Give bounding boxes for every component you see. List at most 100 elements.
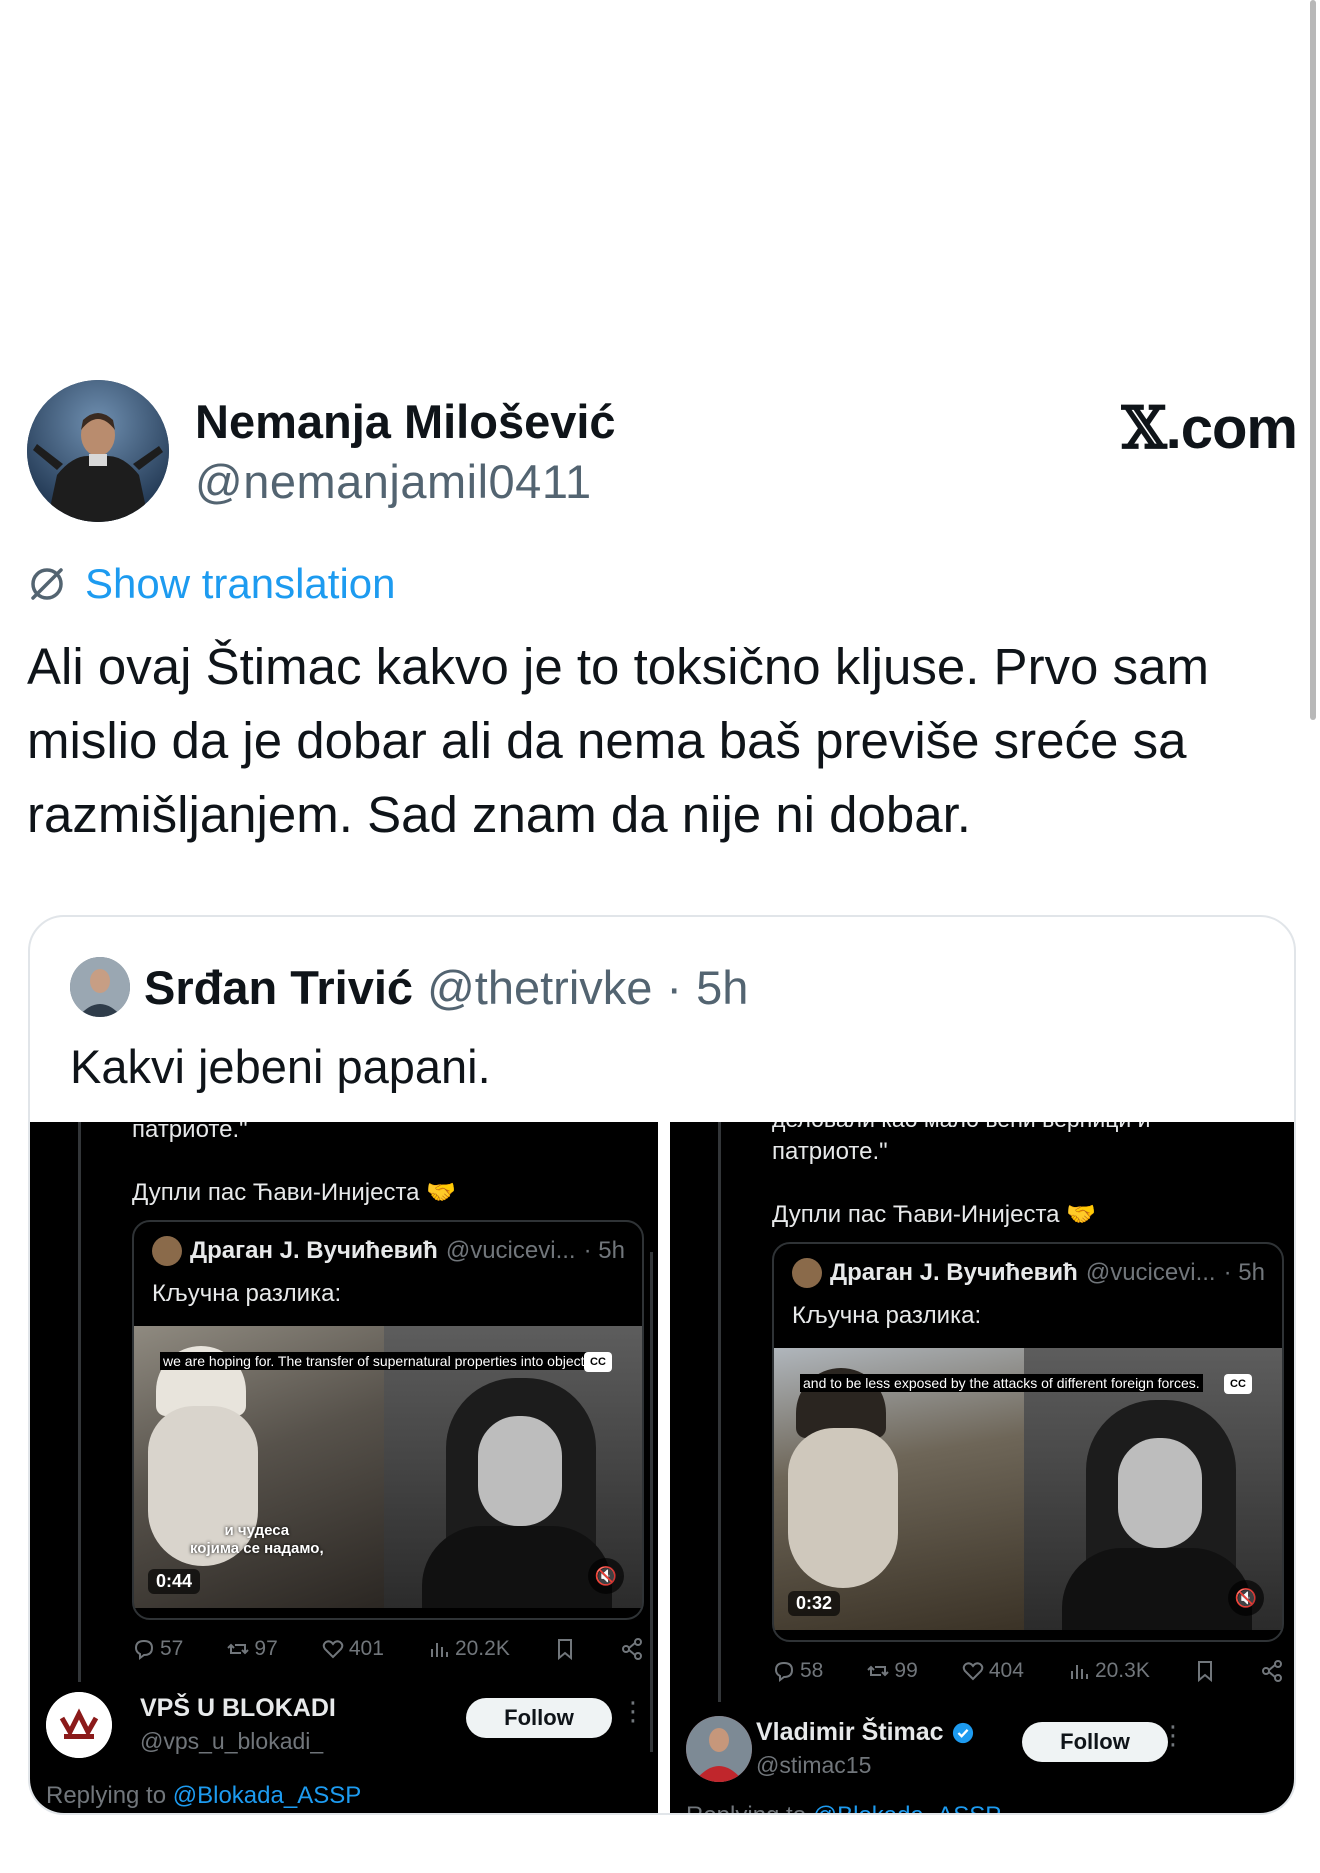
inner-quoted-tweet[interactable]: Драган J. Вучићевић @vucicevi... · 5h Кљ…	[132, 1220, 644, 1620]
show-translation-label[interactable]: Show translation	[85, 560, 396, 608]
like-action[interactable]: 404	[961, 1659, 1024, 1683]
cutoff-text-2: патриоте."	[772, 1138, 888, 1165]
replying-to-prefix: Replying to	[686, 1802, 813, 1813]
vps-logo-icon	[46, 1692, 112, 1758]
share-action[interactable]	[1260, 1659, 1284, 1683]
media-screenshot-left[interactable]: патриоте." Дупли пас Ћави-Инијеста 🤝 Дра…	[30, 1122, 658, 1813]
reply-user-row: Vladimir Štimac @stimac15 Follow ⋮	[670, 1704, 1294, 1794]
bookmark-icon	[557, 1639, 572, 1661]
tweet-actions: 57 97 401 20.2K	[132, 1637, 644, 1661]
author-handle[interactable]: @nemanjamil0411	[195, 454, 592, 509]
woman-body	[422, 1526, 612, 1608]
inner-author-avatar[interactable]	[152, 1236, 182, 1266]
x-com-logo: 𝕏.com	[1121, 394, 1298, 462]
thread-line	[718, 1122, 721, 1702]
quoted-author-name[interactable]: Srđan Trivić	[144, 960, 413, 1015]
more-options-icon[interactable]: ⋮	[620, 1696, 646, 1727]
like-count: 401	[348, 1637, 384, 1660]
quoted-time[interactable]: 5h	[696, 960, 748, 1015]
reply-user-name[interactable]: Vladimir Štimac	[756, 1718, 974, 1747]
show-translation-link[interactable]: Show translation	[27, 560, 396, 608]
replying-to-mention[interactable]: @Blokada_ASSP	[813, 1802, 1001, 1813]
repost-icon	[227, 1643, 250, 1655]
reply-user-avatar[interactable]	[686, 1716, 752, 1782]
quoted-media[interactable]: патриоте." Дупли пас Ћави-Инијеста 🤝 Дра…	[30, 1122, 1294, 1813]
quoted-tweet-text: Kakvi jebeni papani.	[70, 1040, 491, 1093]
follow-button[interactable]: Follow	[1022, 1722, 1168, 1762]
woman-face	[478, 1416, 562, 1526]
inner-tweet-header: Драган J. Вучићевић @vucicevi... · 5h	[792, 1258, 1265, 1288]
replying-to-mention[interactable]: @Blokada_ASSP	[173, 1782, 361, 1809]
more-options-icon[interactable]: ⋮	[1160, 1720, 1186, 1751]
stimac-photo	[686, 1716, 752, 1782]
verified-badge-icon	[952, 1722, 973, 1743]
author-photo	[27, 380, 169, 522]
bookmark-action[interactable]	[553, 1637, 577, 1661]
heart-icon	[962, 1662, 984, 1681]
author-name[interactable]: Nemanja Milošević	[195, 394, 616, 449]
reply-icon	[774, 1661, 794, 1682]
inner-time: · 5h	[583, 1237, 625, 1264]
bookmark-icon	[1197, 1661, 1212, 1683]
views-action[interactable]: 20.3K	[1067, 1659, 1150, 1683]
reply-user-name-text: VPŠ U BLOKADI	[140, 1694, 336, 1722]
repost-icon	[867, 1665, 890, 1677]
inner-tweet-text: Кључна разлика:	[152, 1280, 342, 1307]
quoted-author-avatar[interactable]	[70, 957, 130, 1017]
like-action[interactable]: 401	[321, 1637, 384, 1661]
video-player[interactable]: we are hoping for. The transfer of super…	[134, 1326, 642, 1608]
views-icon	[1070, 1665, 1088, 1679]
inner-author-avatar[interactable]	[792, 1258, 822, 1288]
repost-action[interactable]: 99	[866, 1659, 918, 1683]
quoted-author-photo	[70, 957, 130, 1017]
replying-to: Replying to @Blokada_ASSP	[46, 1782, 361, 1810]
reply-count: 57	[160, 1637, 184, 1660]
inner-author-name[interactable]: Драган J. Вучићевић	[830, 1259, 1078, 1287]
repost-action[interactable]: 97	[226, 1637, 278, 1661]
reply-icon	[134, 1639, 154, 1660]
screenshot-scrollbar	[650, 1252, 653, 1752]
quoted-separator: ·	[666, 960, 683, 1014]
tweet-actions: 58 99 404 20.3K	[772, 1659, 1284, 1683]
inner-quoted-tweet[interactable]: Драган J. Вучићевић @vucicevi... · 5h Кљ…	[772, 1242, 1284, 1642]
brand-suffix: .com	[1165, 396, 1298, 461]
video-player[interactable]: and to be less exposed by the attacks of…	[774, 1348, 1282, 1630]
quoted-tweet-card[interactable]: Srđan Trivić @thetrivke · 5h Kakvi jeben…	[28, 915, 1296, 1815]
reply-user-handle[interactable]: @stimac15	[756, 1752, 871, 1779]
mute-icon[interactable]: 🔇	[588, 1558, 624, 1594]
patriarch-beard	[788, 1428, 898, 1588]
video-caption-bottom: и чудеса којима се надамо,	[190, 1522, 324, 1557]
follow-button[interactable]: Follow	[466, 1698, 612, 1738]
pass-text: Дупли пас Ћави-Инијеста 🤝	[772, 1201, 1097, 1228]
like-count: 404	[988, 1659, 1024, 1682]
inner-author-handle[interactable]: @vucicevi...	[1086, 1259, 1216, 1287]
bookmark-action[interactable]	[1193, 1659, 1217, 1683]
mute-icon[interactable]: 🔇	[1228, 1580, 1264, 1616]
captions-button[interactable]: CC	[1224, 1374, 1252, 1394]
media-screenshot-right[interactable]: деловали као мало већи верници и патриот…	[670, 1122, 1294, 1813]
reply-user-handle[interactable]: @vps_u_blokadi_	[140, 1728, 323, 1755]
author-avatar[interactable]	[27, 380, 169, 522]
share-icon	[1261, 1660, 1282, 1682]
replying-to-prefix: Replying to	[46, 1782, 173, 1809]
views-count: 20.2K	[454, 1637, 510, 1660]
page-scrollbar[interactable]	[1310, 0, 1316, 720]
video-duration: 0:32	[788, 1591, 841, 1616]
reply-user-name-text: Vladimir Štimac	[756, 1718, 944, 1746]
thread-line	[78, 1122, 81, 1682]
x-logo-icon: 𝕏	[1121, 394, 1167, 462]
reply-user-avatar[interactable]	[46, 1692, 112, 1758]
quoted-author-handle[interactable]: @thetrivke	[427, 960, 652, 1015]
share-action[interactable]	[620, 1637, 644, 1661]
woman-body	[1062, 1548, 1252, 1630]
reply-action[interactable]: 57	[132, 1637, 183, 1661]
reply-user-row: VPŠ U BLOKADI @vps_u_blokadi_ Follow ⋮	[30, 1682, 658, 1772]
inner-author-handle[interactable]: @vucicevi...	[446, 1237, 576, 1265]
reply-user-name[interactable]: VPŠ U BLOKADI	[140, 1694, 336, 1723]
reply-action[interactable]: 58	[772, 1659, 823, 1683]
reply-count: 58	[800, 1659, 824, 1682]
inner-author-name[interactable]: Драган J. Вучићевић	[190, 1237, 438, 1265]
views-action[interactable]: 20.2K	[427, 1637, 510, 1661]
captions-button[interactable]: CC	[584, 1352, 612, 1372]
cutoff-text: патриоте."	[132, 1122, 248, 1143]
